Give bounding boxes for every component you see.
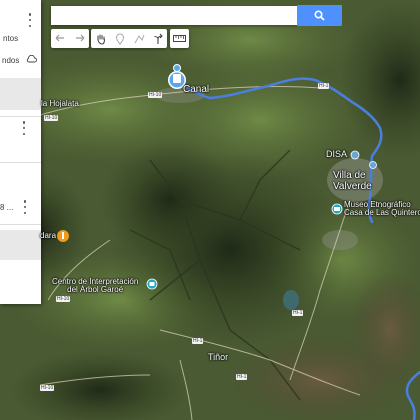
add-marker-button[interactable]: [110, 29, 129, 48]
road-label: HI-10: [40, 385, 55, 391]
undo-icon: [55, 34, 64, 42]
road-label: HI-1: [192, 338, 204, 344]
pan-tool-button[interactable]: [91, 29, 110, 48]
place-label-tinor: Tiñor: [208, 352, 229, 362]
place-label-line: Valverde: [333, 180, 372, 192]
divider: [0, 162, 41, 163]
sidebar-snippet: ntos: [3, 34, 19, 43]
redo-icon: [76, 34, 85, 42]
more-options-icon[interactable]: [22, 200, 28, 214]
search-input[interactable]: [51, 6, 297, 25]
place-label-line: Casa de Las Quintero: [344, 208, 420, 218]
measure-toolbar: [170, 29, 189, 48]
measure-ruler-icon: [173, 35, 186, 42]
search-button[interactable]: [297, 5, 342, 26]
divider: [0, 224, 41, 225]
cloud-icon: [26, 55, 37, 63]
place-label-museo: Museo Etnográfico Casa de Las Quintero: [344, 200, 420, 218]
museum-pin: [331, 203, 343, 215]
undo-redo-toolbar: [51, 29, 89, 48]
directions-button[interactable]: [148, 29, 167, 48]
place-label-hojalata: la Hojalata: [41, 99, 79, 108]
place-label-dara: dara: [40, 231, 57, 240]
hand-pan-icon: [96, 33, 105, 45]
road-label: HI-10: [44, 115, 59, 121]
drawing-toolbar: [91, 29, 167, 48]
place-label-disa: DISA: [326, 149, 348, 159]
place-pin-disa: [350, 150, 360, 160]
road-label: HI-1: [318, 83, 330, 89]
center-pin-dara: [57, 230, 69, 242]
place-pin-villa: [369, 161, 377, 169]
measure-button[interactable]: [170, 29, 189, 48]
redo-button[interactable]: [70, 29, 89, 48]
road-label: HI-1: [292, 310, 304, 316]
selected-item-row[interactable]: [0, 230, 41, 260]
directions-icon: [153, 33, 163, 44]
sidebar-snippet: ndos: [2, 56, 20, 65]
selected-layer-row[interactable]: [0, 78, 41, 110]
draw-line-button[interactable]: [129, 29, 148, 48]
more-options-icon[interactable]: [21, 121, 27, 135]
draw-line-icon: [134, 34, 144, 43]
more-options-icon[interactable]: [27, 13, 33, 27]
place-label-canal: Canal: [183, 84, 210, 95]
place-label-villa-de-valverde: Villa de Valverde: [333, 170, 372, 192]
road-label: HI-1: [236, 374, 248, 380]
place-label-line: Villa de: [333, 170, 366, 181]
add-marker-icon: [115, 33, 124, 45]
road-label: HI-10: [148, 92, 163, 98]
road-label: HI-10: [56, 296, 71, 302]
center-pin-garoe: [146, 278, 158, 290]
undo-button[interactable]: [51, 29, 70, 48]
sidebar-panel: ntos ndos 8 ...: [0, 0, 41, 304]
divider: [0, 116, 41, 117]
place-label-centro-interpretacion: Centro de Interpretación del Árbol Garoé: [52, 277, 138, 295]
sidebar-snippet: 8 ...: [0, 203, 14, 212]
search-icon: [314, 10, 325, 21]
place-label-line: del Árbol Garoé: [67, 285, 124, 295]
